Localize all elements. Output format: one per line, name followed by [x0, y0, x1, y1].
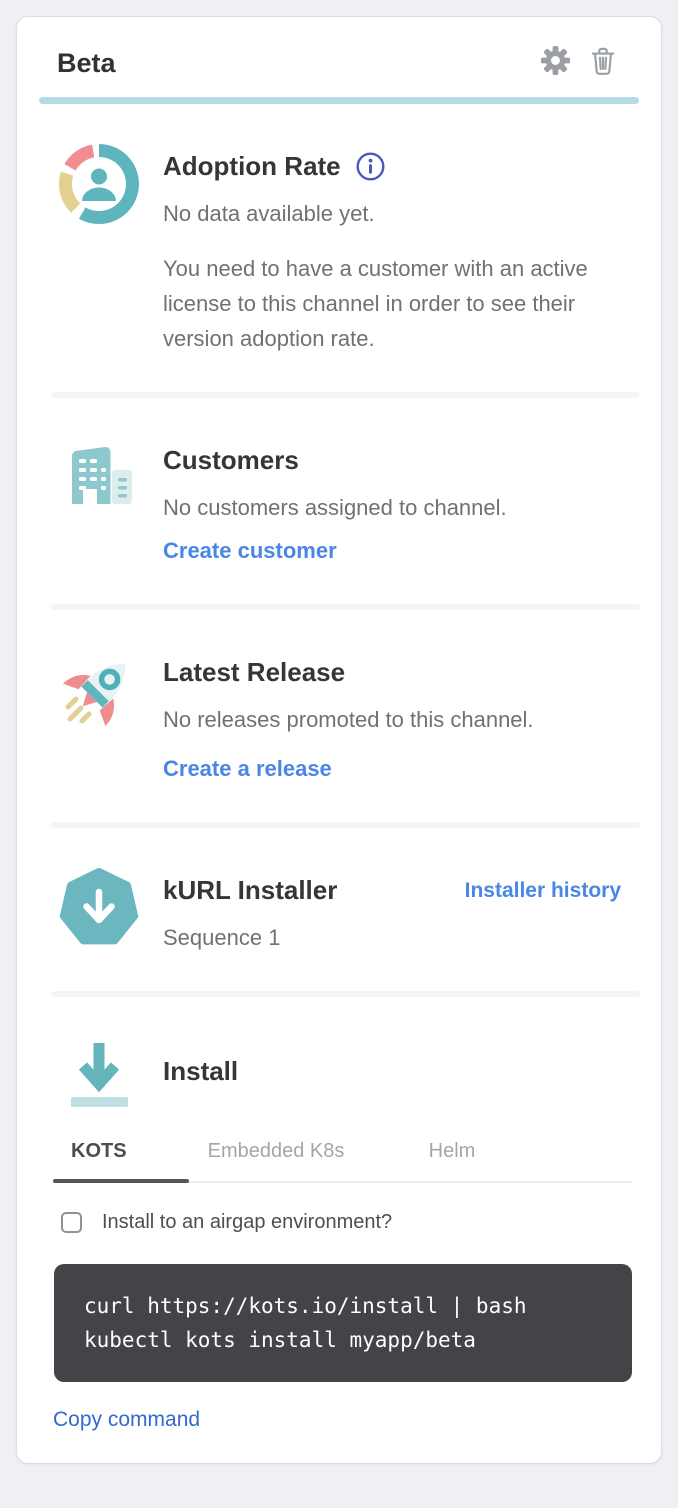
- channel-accent-bar: [39, 97, 639, 104]
- customers-buildings-icon: [59, 438, 139, 518]
- customers-empty-text: No customers assigned to channel.: [163, 490, 621, 525]
- section-adoption-rate: Adoption Rate No data available yet. You…: [17, 104, 661, 392]
- install-command-block: curl https://kots.io/install | bash kube…: [54, 1264, 632, 1382]
- airgap-row: Install to an airgap environment?: [61, 1211, 621, 1234]
- tab-kots[interactable]: KOTS: [53, 1139, 189, 1181]
- installer-sequence-text: Sequence 1: [163, 920, 621, 955]
- settings-button[interactable]: [539, 47, 571, 79]
- tab-helm[interactable]: Helm: [377, 1139, 527, 1181]
- channel-card-header: Beta: [17, 17, 661, 97]
- install-command-line: kubectl kots install myapp/beta: [84, 1328, 476, 1352]
- install-download-icon: [59, 1037, 139, 1117]
- section-kurl-installer: kURL Installer Installer history Sequenc…: [17, 828, 661, 991]
- copy-command-link[interactable]: Copy command: [53, 1408, 200, 1432]
- trash-icon: [589, 45, 617, 82]
- header-actions: [539, 47, 619, 79]
- rocket-icon: [59, 650, 139, 730]
- kurl-installer-icon: [59, 868, 139, 948]
- channel-name: Beta: [57, 48, 116, 79]
- create-customer-link[interactable]: Create customer: [163, 533, 337, 568]
- channel-card: Beta: [16, 16, 662, 1464]
- adoption-rate-empty-text: No data available yet.: [163, 196, 621, 231]
- gear-icon: [540, 45, 571, 81]
- adoption-rate-donut-icon: [59, 144, 139, 224]
- airgap-label: Install to an airgap environment?: [102, 1211, 392, 1234]
- airgap-checkbox[interactable]: [61, 1212, 82, 1233]
- create-release-link[interactable]: Create a release: [163, 751, 332, 786]
- section-install: Install: [17, 997, 661, 1117]
- install-command-line: curl https://kots.io/install | bash: [84, 1294, 527, 1318]
- install-tabs: KOTS Embedded K8s Helm: [53, 1139, 632, 1183]
- adoption-rate-help-text: You need to have a customer with an acti…: [163, 251, 621, 356]
- kurl-installer-title: kURL Installer: [163, 872, 337, 908]
- section-latest-release: Latest Release No releases promoted to t…: [17, 610, 661, 822]
- install-title: Install: [163, 1053, 238, 1089]
- adoption-rate-title: Adoption Rate: [163, 148, 341, 184]
- delete-channel-button[interactable]: [587, 47, 619, 79]
- latest-release-title: Latest Release: [163, 654, 345, 690]
- latest-release-empty-text: No releases promoted to this channel.: [163, 702, 621, 737]
- info-icon[interactable]: [355, 151, 386, 182]
- customers-title: Customers: [163, 442, 299, 478]
- section-customers: Customers No customers assigned to chann…: [17, 398, 661, 604]
- installer-history-link[interactable]: Installer history: [465, 873, 621, 908]
- tab-embedded-k8s[interactable]: Embedded K8s: [189, 1139, 363, 1181]
